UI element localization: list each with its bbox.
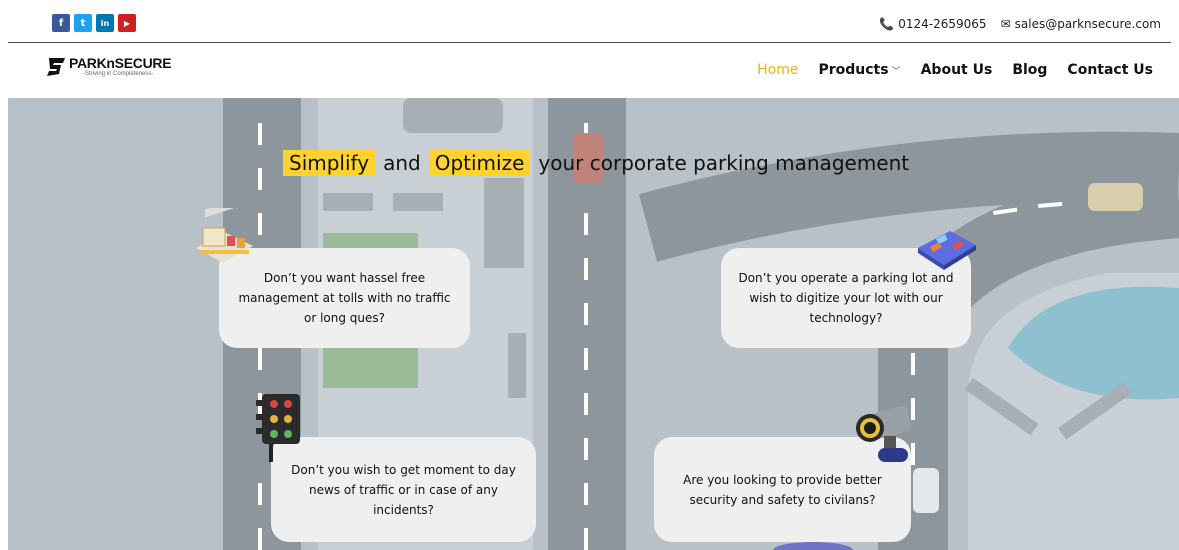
headline-and: and (383, 151, 421, 175)
security-camera-icon (856, 406, 912, 462)
nav-products[interactable]: Products ﹀ (818, 62, 900, 78)
card-line: management at tolls with no traffic (238, 291, 451, 305)
site-logo[interactable]: PARKnSECURE -Striving in Completeness- (46, 55, 172, 78)
nav-about-us[interactable]: About Us (921, 62, 993, 78)
facebook-icon[interactable]: f (52, 14, 70, 32)
main-navbar: PARKnSECURE -Striving in Completeness- H… (0, 43, 1179, 98)
toll-booth-icon (196, 208, 253, 263)
twitter-icon[interactable]: t (74, 14, 92, 32)
linkedin-icon[interactable]: in (96, 14, 114, 32)
card-line: security and safety to civilans? (689, 492, 876, 507)
social-links: f t in ▶ (52, 14, 136, 32)
top-bar: f t in ▶ 📞 0124-2659065 ✉ sales@parknsec… (0, 0, 1179, 42)
card-line: incidents? (373, 502, 434, 517)
nav-products-label: Products (818, 62, 889, 78)
card-line: Don’t you wish to get moment to day (291, 462, 516, 477)
card-line: or long ques? (303, 311, 386, 325)
youtube-icon[interactable]: ▶ (118, 14, 136, 32)
nav-blog[interactable]: Blog (1012, 62, 1047, 78)
nav-home[interactable]: Home (757, 62, 798, 78)
contact-info: 📞 0124-2659065 ✉ sales@parknsecure.com (879, 17, 1161, 31)
envelope-icon: ✉ (1000, 17, 1011, 31)
card-line: news of traffic or in case of any (309, 482, 498, 497)
chevron-down-icon: ﹀ (891, 67, 901, 77)
logo-name: PARKnSECURE (69, 55, 172, 71)
phone-icon: 📞 (879, 17, 895, 31)
highlight-simplify: Simplify (283, 150, 376, 176)
logo-mark-icon (47, 58, 65, 76)
phone-number[interactable]: 0124-2659065 (898, 17, 986, 31)
hero-headline: Simplify and Optimize your corporate par… (283, 150, 909, 176)
card-line: Don’t you want hassel free (263, 271, 426, 285)
logo-tagline: -Striving in Completeness- (83, 71, 154, 77)
highlight-optimize: Optimize (428, 150, 531, 176)
email-address[interactable]: sales@parknsecure.com (1015, 17, 1161, 31)
card-line: wish to digitize your lot with our (749, 291, 943, 305)
headline-rest: your corporate parking management (538, 151, 910, 175)
feature-card-traffic-news[interactable]: Don’t you wish to get moment to day news… (271, 437, 536, 542)
nav-menu: Home Products ﹀ About Us Blog Contact Us (757, 62, 1153, 78)
card-line: Are you looking to provide better (683, 472, 882, 487)
nav-contact-us[interactable]: Contact Us (1067, 62, 1153, 78)
hero-section: Simplify and Optimize your corporate par… (8, 98, 1179, 550)
traffic-light-icon (256, 394, 300, 462)
card-line: technology? (809, 311, 883, 325)
parking-lot-icon (918, 231, 976, 270)
feature-card-tolls[interactable]: Don’t you want hassel free management at… (219, 248, 470, 348)
